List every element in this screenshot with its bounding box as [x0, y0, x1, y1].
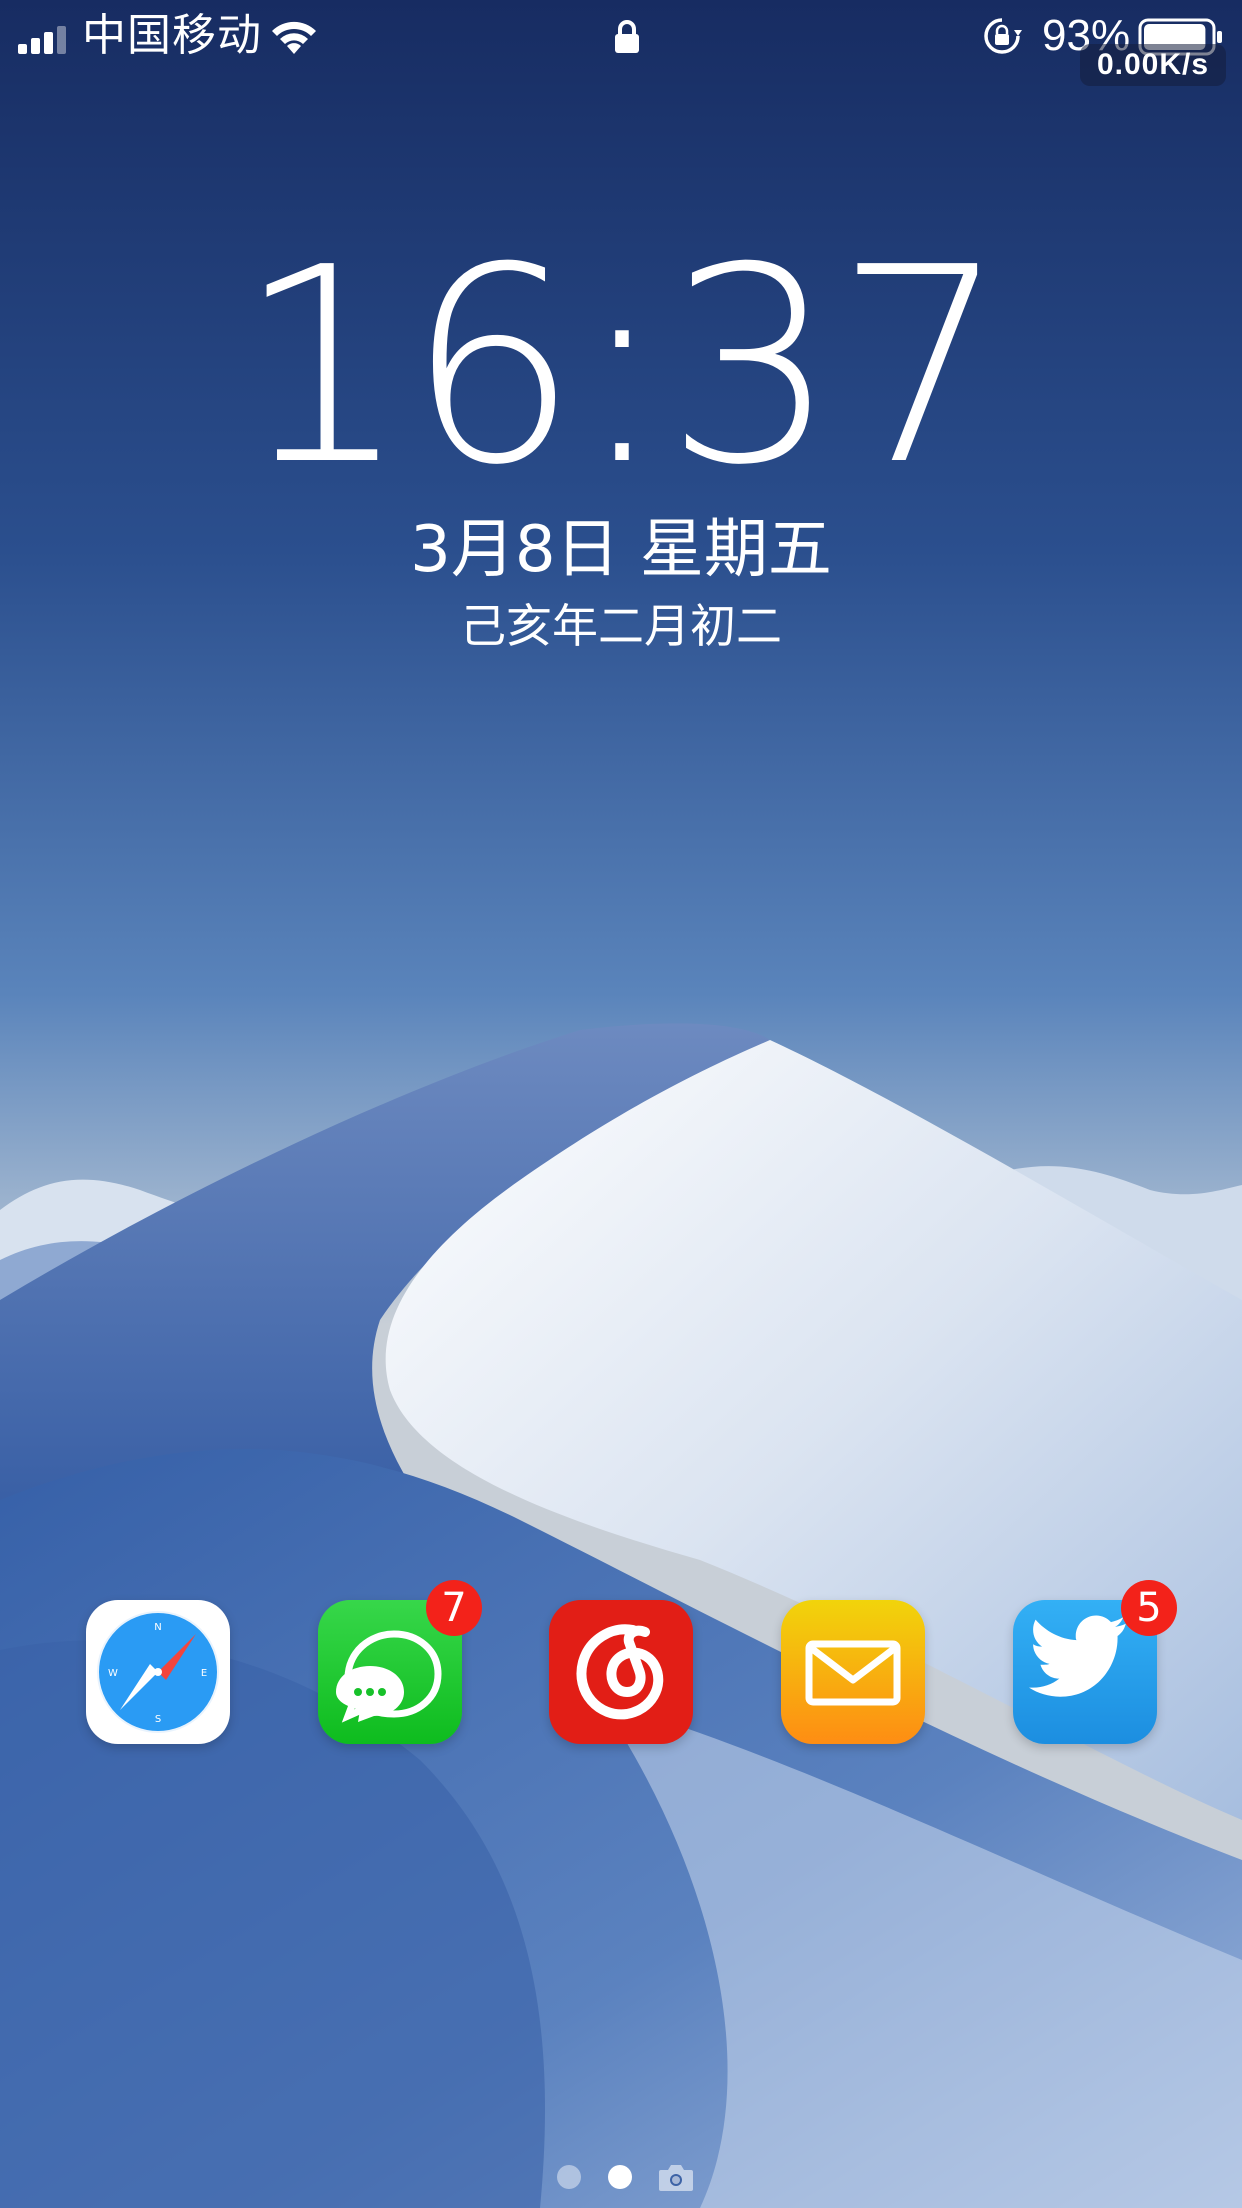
svg-text:E: E [201, 1668, 207, 1679]
status-bar: 中国移动 93% 0.00K/s [0, 0, 1242, 86]
network-speed: 0.00K/s [1080, 44, 1226, 86]
netease-music-icon [576, 1624, 664, 1720]
lock-icon [615, 20, 639, 53]
svg-text:W: W [108, 1668, 118, 1679]
notification-badge: 5 [1121, 1580, 1177, 1636]
notification-badge: 7 [426, 1580, 482, 1636]
camera-icon[interactable] [658, 2162, 694, 2192]
wifi-icon [272, 21, 316, 54]
page-dot[interactable] [557, 2165, 581, 2189]
carrier-label: 中国移动 [82, 10, 262, 61]
svg-text:S: S [155, 1714, 161, 1725]
page-dot-current[interactable] [608, 2165, 632, 2189]
svg-text:N: N [154, 1622, 161, 1633]
app-twitter[interactable]: 5 [1013, 1580, 1177, 1744]
rotation-lock-icon [984, 18, 1022, 54]
app-mail[interactable] [781, 1600, 925, 1744]
app-messages[interactable]: 7 [318, 1580, 482, 1744]
mail-envelope-icon [805, 1640, 901, 1706]
lock-screen-date: 3月8日 星期五 [410, 513, 832, 587]
safari-compass-icon: N S E W [97, 1611, 219, 1733]
lunar-date: 己亥年二月初二 [460, 599, 782, 653]
signal-icon [18, 26, 66, 54]
app-netease-music[interactable] [549, 1600, 693, 1744]
app-safari[interactable]: N S E W [86, 1600, 230, 1744]
lock-screen-time: 16:37 [236, 209, 1007, 524]
